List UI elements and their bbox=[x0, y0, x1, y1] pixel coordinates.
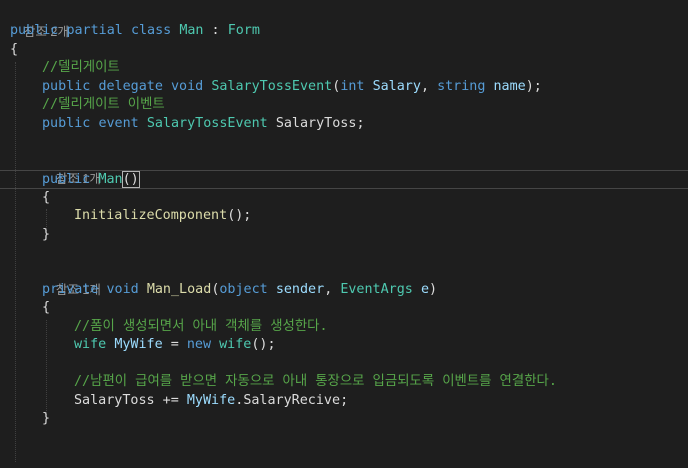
keyword: private bbox=[42, 282, 99, 297]
open-brace: { bbox=[10, 42, 19, 57]
type-name: wife bbox=[74, 337, 107, 352]
code-line-brace[interactable]: } bbox=[42, 226, 688, 245]
open-brace: { bbox=[42, 300, 51, 315]
code-line-event-declaration[interactable]: public event SalaryTossEvent SalaryToss; bbox=[42, 115, 688, 134]
keyword: class bbox=[130, 23, 172, 38]
parameter: Salary bbox=[372, 79, 421, 94]
open-brace: { bbox=[42, 190, 51, 205]
code-line-comment[interactable]: //남편이 급여를 받으면 자동으로 아내 통장으로 입금되도록 이벤트를 연결… bbox=[74, 373, 688, 392]
keyword: string bbox=[437, 79, 486, 94]
punctuation: , bbox=[420, 79, 438, 94]
code-line-variable-declaration[interactable]: wife MyWife = new wife(); bbox=[74, 336, 688, 355]
method-reference: SalaryRecive bbox=[243, 393, 341, 408]
code-line-comment[interactable]: //폼이 생성되면서 아내 객체를 생성한다. bbox=[74, 318, 688, 337]
punctuation: = bbox=[162, 337, 187, 352]
code-line-delegate-declaration[interactable]: public delegate void SalaryTossEvent(int… bbox=[42, 78, 688, 97]
paren-match-highlight: () bbox=[121, 171, 140, 188]
parameter: name bbox=[493, 79, 526, 94]
punctuation: ; bbox=[356, 116, 365, 131]
keyword: public bbox=[10, 23, 59, 38]
event-type: SalaryTossEvent bbox=[146, 116, 268, 131]
parameter: sender bbox=[275, 282, 325, 297]
close-brace: } bbox=[42, 411, 51, 426]
delegate-name: SalaryTossEvent bbox=[211, 79, 333, 94]
punctuation: (); bbox=[251, 337, 276, 352]
base-type: Form bbox=[227, 23, 260, 38]
code-line-event-subscription[interactable]: SalaryToss += MyWife.SalaryRecive; bbox=[74, 392, 688, 411]
keyword: public bbox=[42, 116, 91, 131]
keyword: object bbox=[219, 282, 268, 297]
keyword: public bbox=[42, 79, 91, 94]
keyword: partial bbox=[66, 23, 123, 38]
keyword: void bbox=[171, 79, 204, 94]
code-lens-references[interactable]: 참조 2개 bbox=[10, 4, 688, 39]
code-line-method-call[interactable]: InitializeComponent(); bbox=[74, 207, 688, 226]
code-line-method-declaration[interactable]: private void Man_Load(object sender, Eve… bbox=[42, 281, 688, 300]
punctuation: (); bbox=[227, 208, 252, 223]
event-name: SalaryToss bbox=[275, 116, 357, 131]
parameter-type: EventArgs bbox=[340, 282, 413, 297]
comment: //남편이 급여를 받으면 자동으로 아내 통장으로 입금되도록 이벤트를 연결… bbox=[74, 374, 557, 389]
keyword: new bbox=[186, 337, 212, 352]
code-lens-references[interactable]: 참조 1개 bbox=[42, 262, 688, 297]
constructor-name: Man bbox=[98, 172, 123, 187]
comment: //델리게이트 bbox=[42, 60, 120, 75]
indent-guide bbox=[15, 62, 16, 462]
method-name: InitializeComponent bbox=[74, 208, 228, 223]
punctuation: ; bbox=[340, 393, 349, 408]
code-line-brace[interactable]: } bbox=[42, 410, 688, 429]
close-brace: } bbox=[42, 227, 51, 242]
code-line-brace[interactable]: { bbox=[42, 299, 688, 318]
punctuation: : bbox=[203, 23, 228, 38]
comment: //폼이 생성되면서 아내 객체를 생성한다. bbox=[74, 319, 328, 334]
code-line-brace[interactable]: { bbox=[10, 41, 688, 60]
method-name: Man_Load bbox=[146, 282, 212, 297]
variable-name: MyWife bbox=[186, 393, 236, 408]
keyword: delegate bbox=[98, 79, 163, 94]
comment: //델리게이트 이벤트 bbox=[42, 97, 165, 112]
code-line-comment[interactable]: //델리게이트 이벤트 bbox=[42, 96, 688, 115]
punctuation: , bbox=[324, 282, 341, 297]
keyword: void bbox=[106, 282, 139, 297]
keyword: int bbox=[340, 79, 365, 94]
keyword: event bbox=[98, 116, 139, 131]
punctuation: ) bbox=[429, 282, 438, 297]
code-editor[interactable]: 참조 2개 public partial class Man : Form { … bbox=[0, 0, 688, 468]
punctuation: ); bbox=[525, 79, 542, 94]
variable-name: MyWife bbox=[114, 337, 163, 352]
code-line-comment[interactable]: //델리게이트 bbox=[42, 59, 688, 78]
event-name: SalaryToss bbox=[74, 393, 155, 408]
code-line-class-declaration[interactable]: public partial class Man : Form bbox=[10, 22, 688, 41]
code-line-brace[interactable]: { bbox=[42, 189, 688, 208]
keyword: public bbox=[42, 172, 91, 187]
code-line-constructor-current[interactable]: public Man() bbox=[0, 170, 688, 189]
code-lens-references[interactable]: 참조 1개 bbox=[42, 151, 688, 186]
indent-guide bbox=[46, 320, 47, 415]
class-name: Man bbox=[179, 23, 204, 38]
operator: += bbox=[154, 393, 187, 408]
constructor-call: wife bbox=[219, 337, 252, 352]
parameter: e bbox=[420, 282, 429, 297]
